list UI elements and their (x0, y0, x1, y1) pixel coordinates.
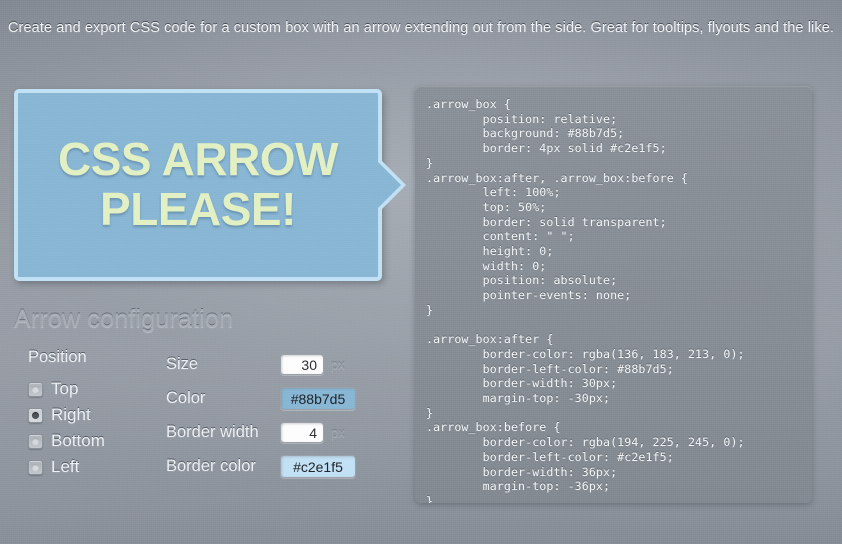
field-color: Color (166, 382, 396, 415)
radio-option-left[interactable]: Left (28, 454, 166, 480)
border-width-unit: px (331, 425, 345, 440)
field-label-color: Color (166, 389, 206, 407)
field-size: Size px (166, 348, 396, 381)
arrow-box: CSS ARROW PLEASE! (14, 89, 406, 281)
css-output-panel[interactable]: .arrow_box { position: relative; backgro… (415, 86, 812, 503)
radio-icon-right[interactable] (28, 407, 43, 423)
size-input[interactable] (280, 354, 324, 375)
arrow-box-preview: CSS ARROW PLEASE! (14, 89, 406, 281)
arrow-box-text-line2: PLEASE! (100, 183, 296, 235)
radio-label-top: Top (51, 379, 79, 398)
radio-label-bottom: Bottom (51, 431, 105, 450)
radio-option-top[interactable]: Top (28, 376, 166, 402)
field-label-size: Size (166, 355, 199, 373)
config-heading: Arrow configuration (14, 305, 234, 333)
field-label-border-color: Border color (166, 457, 256, 475)
field-border-width: Border width px (166, 416, 396, 449)
arrow-box-text-line1: CSS ARROW (57, 133, 339, 186)
radio-icon-top[interactable] (28, 381, 43, 397)
position-group-label: Position (28, 348, 87, 366)
radio-icon-bottom[interactable] (28, 433, 43, 449)
radio-option-right[interactable]: Right (28, 402, 166, 428)
config-grid: Position Top Right Bottom Left Size px C… (28, 348, 396, 484)
field-border-color: Border color (166, 450, 396, 483)
color-input[interactable] (280, 387, 356, 410)
arrow-box-text: CSS ARROW PLEASE! (52, 133, 344, 235)
field-label-border-width: Border width (166, 423, 259, 441)
radio-label-left: Left (51, 457, 80, 476)
size-unit: px (331, 357, 345, 372)
border-width-input[interactable] (280, 422, 324, 443)
border-color-input[interactable] (280, 455, 356, 478)
radio-option-bottom[interactable]: Bottom (28, 428, 166, 454)
settings-fields: Size px Color Border width px Border col… (166, 348, 396, 484)
position-group: Position Top Right Bottom Left (28, 348, 166, 484)
css-output-code[interactable]: .arrow_box { position: relative; backgro… (415, 86, 812, 503)
page-tagline: Create and export CSS code for a custom … (7, 20, 835, 36)
radio-icon-left[interactable] (28, 459, 43, 475)
radio-label-right: Right (51, 405, 91, 424)
